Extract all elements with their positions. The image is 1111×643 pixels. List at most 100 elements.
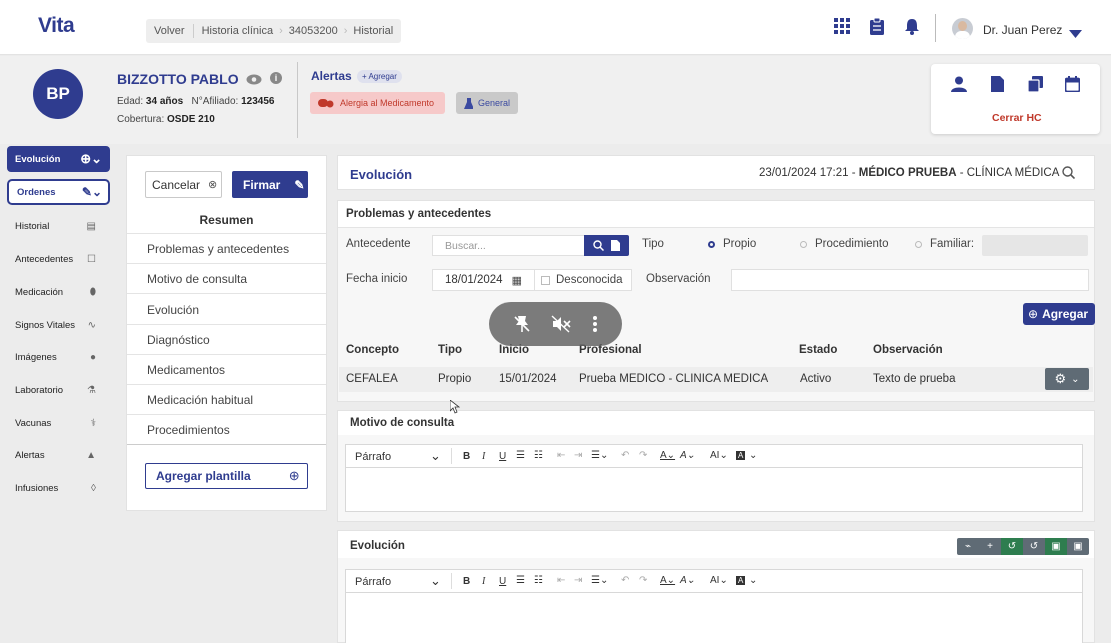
bold-icon[interactable]: B xyxy=(463,576,470,587)
user-name[interactable]: Dr. Juan Perez xyxy=(983,23,1062,37)
bell-icon[interactable] xyxy=(904,18,920,40)
add-template-button[interactable]: Agregar plantilla ⊕ xyxy=(145,463,308,489)
underline-icon[interactable]: U xyxy=(499,576,506,587)
numbered-list-icon[interactable]: ☷ xyxy=(534,575,543,586)
mute-icon[interactable] xyxy=(551,315,572,333)
bullet-list-icon[interactable]: ☰ xyxy=(516,575,525,586)
desconocida-checkbox[interactable]: Desconocida xyxy=(534,269,632,291)
font-size-icon[interactable]: AI⌄ xyxy=(710,450,728,461)
app-logo[interactable]: Vita xyxy=(38,14,75,38)
evolucion-editor[interactable]: Párrafo ⌄ B I U ☰ ☷ ⇤ ⇥ ☰⌄ ↶ ↷ A⌄ A⌄ AI⌄… xyxy=(345,569,1083,643)
summary-item[interactable]: Medicación habitual xyxy=(127,385,326,415)
undo-icon[interactable]: ↶ xyxy=(621,575,629,586)
bg-color-icon[interactable]: A xyxy=(736,451,746,460)
breadcrumb-item[interactable]: Historia clínica xyxy=(202,25,274,37)
sidebar-item-signos-vitales[interactable]: Signos Vitales ∿ xyxy=(7,312,110,338)
numbered-list-icon[interactable]: ☷ xyxy=(534,450,543,461)
sidebar-item-infusiones[interactable]: Infusiones ◊ xyxy=(7,475,110,501)
sidebar-item-imagenes[interactable]: Imágenes ● xyxy=(7,344,110,370)
radio-familiar[interactable]: Familiar: xyxy=(915,238,974,250)
summary-item[interactable]: Evolución xyxy=(127,295,326,325)
antecedente-search-input[interactable]: Buscar... xyxy=(432,235,585,256)
attach-icon[interactable]: ⌁ xyxy=(957,538,979,555)
table-header[interactable]: Concepto xyxy=(346,344,399,356)
align-icon[interactable]: ☰⌄ xyxy=(591,575,608,586)
sidebar-item-antecedentes[interactable]: Antecedentes ☐ xyxy=(7,246,110,272)
summary-item[interactable]: Medicamentos xyxy=(127,355,326,385)
alert-tag-allergy[interactable]: Alergia al Medicamento xyxy=(310,92,445,114)
summary-item[interactable]: Procedimientos xyxy=(127,415,326,445)
user-avatar[interactable] xyxy=(952,18,973,39)
align-icon[interactable]: ☰⌄ xyxy=(591,450,608,461)
italic-icon[interactable]: I xyxy=(482,576,485,587)
indent-icon[interactable]: ⇥ xyxy=(574,575,582,586)
text-color-icon[interactable]: A⌄ xyxy=(660,575,675,586)
back-link[interactable]: Volver xyxy=(154,25,185,37)
chevron-down-icon[interactable]: ⌄ xyxy=(430,573,441,589)
fecha-inicio-input[interactable]: 18/01/2024 ▦ xyxy=(432,269,535,291)
add-antecedente-button[interactable]: ⊕ Agregar xyxy=(1023,303,1095,325)
save-icon[interactable]: ▣ xyxy=(1067,538,1089,555)
motivo-editor[interactable]: Párrafo ⌄ B I U ☰ ☷ ⇤ ⇥ ☰⌄ ↶ ↷ A⌄ A⌄ AI⌄… xyxy=(345,444,1083,512)
clipboard-icon[interactable] xyxy=(869,17,885,40)
redo-icon[interactable]: ↷ xyxy=(639,575,647,586)
outdent-icon[interactable]: ⇤ xyxy=(557,575,565,586)
highlight-icon[interactable]: A⌄ xyxy=(680,450,695,461)
chevron-down-icon[interactable]: ⌄ xyxy=(749,450,757,461)
close-hc-button[interactable]: Cerrar HC xyxy=(992,112,1042,124)
search-icon[interactable] xyxy=(1062,166,1076,184)
underline-icon[interactable]: U xyxy=(499,451,506,462)
undo-icon[interactable]: ↶ xyxy=(621,450,629,461)
sign-button[interactable]: Firmar ✎ xyxy=(232,171,308,198)
chevron-down-icon[interactable] xyxy=(1069,25,1082,43)
calendar-icon[interactable] xyxy=(1064,76,1081,97)
sidebar-item-alertas[interactable]: Alertas ▲ xyxy=(7,442,110,468)
familiar-select[interactable] xyxy=(982,235,1088,256)
table-header[interactable]: Observación xyxy=(873,344,943,356)
outdent-icon[interactable]: ⇤ xyxy=(557,450,565,461)
bullet-list-icon[interactable]: ☰ xyxy=(516,450,525,461)
summary-item[interactable]: Diagnóstico xyxy=(127,325,326,355)
font-size-icon[interactable]: AI⌄ xyxy=(710,575,728,586)
radio-procedimiento[interactable]: Procedimiento xyxy=(800,238,889,250)
paragraph-select[interactable]: Párrafo xyxy=(355,576,391,588)
sidebar-item-ordenes[interactable]: Ordenes ✎⌄ xyxy=(7,179,110,205)
indent-icon[interactable]: ⇥ xyxy=(574,450,582,461)
radio-propio[interactable]: Propio xyxy=(708,238,756,250)
document-icon[interactable] xyxy=(991,76,1004,97)
table-header[interactable]: Tipo xyxy=(438,344,462,356)
sidebar-item-medicacion[interactable]: Medicación ⬮ xyxy=(7,279,110,305)
chevron-down-icon[interactable]: ⌄ xyxy=(749,575,757,586)
text-color-icon[interactable]: A⌄ xyxy=(660,450,675,461)
table-header[interactable]: Estado xyxy=(799,344,837,356)
cancel-button[interactable]: Cancelar ⊗ xyxy=(145,171,222,198)
eye-icon[interactable] xyxy=(246,72,262,90)
summary-item[interactable]: Problemas y antecedentes xyxy=(127,234,326,264)
apps-grid-icon[interactable] xyxy=(834,18,850,39)
summary-item[interactable]: Motivo de consulta xyxy=(127,264,326,294)
redo-icon[interactable]: ↷ xyxy=(639,450,647,461)
chevron-down-icon[interactable]: ⌄ xyxy=(430,448,441,464)
unpin-icon[interactable] xyxy=(513,315,531,333)
plus-icon[interactable]: + xyxy=(979,538,1001,555)
history-icon[interactable]: ↺ xyxy=(1001,538,1023,555)
paragraph-select[interactable]: Párrafo xyxy=(355,451,391,463)
info-icon[interactable]: i xyxy=(270,72,282,84)
person-icon[interactable] xyxy=(951,76,967,97)
sidebar-item-vacunas[interactable]: Vacunas ⚕ xyxy=(7,410,110,436)
antecedente-search-button[interactable] xyxy=(584,235,629,256)
italic-icon[interactable]: I xyxy=(482,451,485,462)
more-vertical-icon[interactable] xyxy=(592,315,598,333)
breadcrumb-item[interactable]: 34053200 xyxy=(289,25,338,37)
table-row[interactable]: CEFALEA Propio 15/01/2024 Prueba MEDICO … xyxy=(339,367,1093,392)
bg-color-icon[interactable]: A xyxy=(736,576,746,585)
sidebar-item-evolucion[interactable]: Evolución ⊕⌄ xyxy=(7,146,110,172)
bold-icon[interactable]: B xyxy=(463,451,470,462)
sidebar-item-laboratorio[interactable]: Laboratorio ⚗ xyxy=(7,377,110,403)
observacion-input[interactable] xyxy=(731,269,1089,291)
save-icon[interactable]: ▣ xyxy=(1045,538,1067,555)
copy-icon[interactable] xyxy=(1027,76,1043,97)
row-settings-button[interactable]: ⚙ ⌄ xyxy=(1045,368,1089,390)
highlight-icon[interactable]: A⌄ xyxy=(680,575,695,586)
add-alert-button[interactable]: + Agregar xyxy=(357,70,402,83)
